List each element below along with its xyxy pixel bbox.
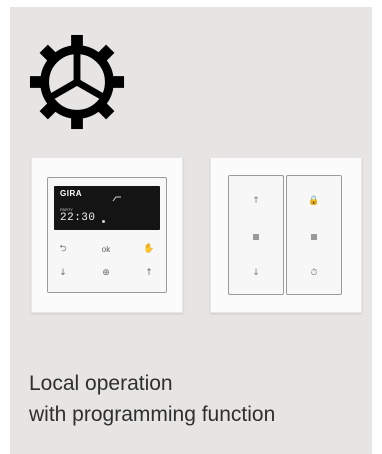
display-time: 22:30 [60, 212, 96, 224]
feature-card: GIRA PARTY 22:30 ⮌ ok ✋ ↓ ⊕ ↑ ↑ ↓ 🔒 ⏱ Lo… [10, 7, 372, 454]
manual-key[interactable]: ✋ [136, 240, 162, 258]
up-key[interactable]: ↑ [136, 264, 162, 282]
caption: Local operation with programming functio… [29, 368, 369, 430]
timer-display: GIRA PARTY 22:30 [54, 186, 160, 230]
display-indicator-dot [102, 220, 105, 223]
right-rocker[interactable]: 🔒 ⏱ [286, 175, 342, 295]
back-key[interactable]: ⮌ [50, 240, 76, 258]
timer-keypad: ⮌ ok ✋ ↓ ⊕ ↑ [48, 236, 166, 292]
select-key[interactable]: ⊕ [93, 264, 119, 282]
timer-switch-insert: GIRA PARTY 22:30 ⮌ ok ✋ ↓ ⊕ ↑ [47, 177, 167, 293]
gear-clock-icon [29, 34, 125, 130]
blind-symbol-icon [112, 196, 121, 202]
down-key[interactable]: ↓ [50, 264, 76, 282]
blind-switch-rockers: ↑ ↓ 🔒 ⏱ [228, 175, 344, 295]
right-center-mark-icon [311, 234, 317, 240]
caption-line-1: Local operation [29, 372, 173, 395]
blind-switch-device: ↑ ↓ 🔒 ⏱ [210, 157, 362, 313]
left-up-icon: ↑ [252, 196, 260, 206]
caption-line-2: with programming function [29, 403, 276, 426]
ok-key[interactable]: ok [93, 240, 119, 258]
brand-logo: GIRA [60, 189, 82, 198]
left-rocker[interactable]: ↑ ↓ [228, 175, 284, 295]
lock-icon: 🔒 [308, 196, 320, 206]
left-center-mark-icon [253, 234, 259, 240]
timer-switch-device: GIRA PARTY 22:30 ⮌ ok ✋ ↓ ⊕ ↑ [31, 157, 183, 313]
timer-icon: ⏱ [310, 268, 318, 278]
left-down-icon: ↓ [252, 268, 260, 278]
